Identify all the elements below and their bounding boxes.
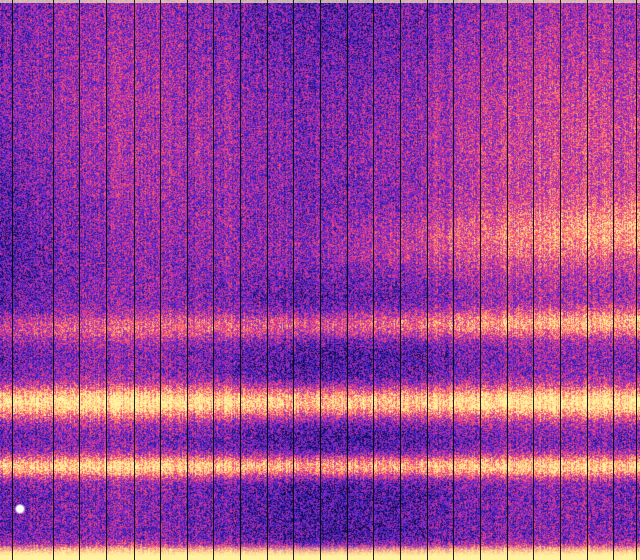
spectrogram-frame (0, 0, 640, 560)
spectrogram-image (0, 0, 640, 560)
top-edge-strip (0, 0, 640, 3)
